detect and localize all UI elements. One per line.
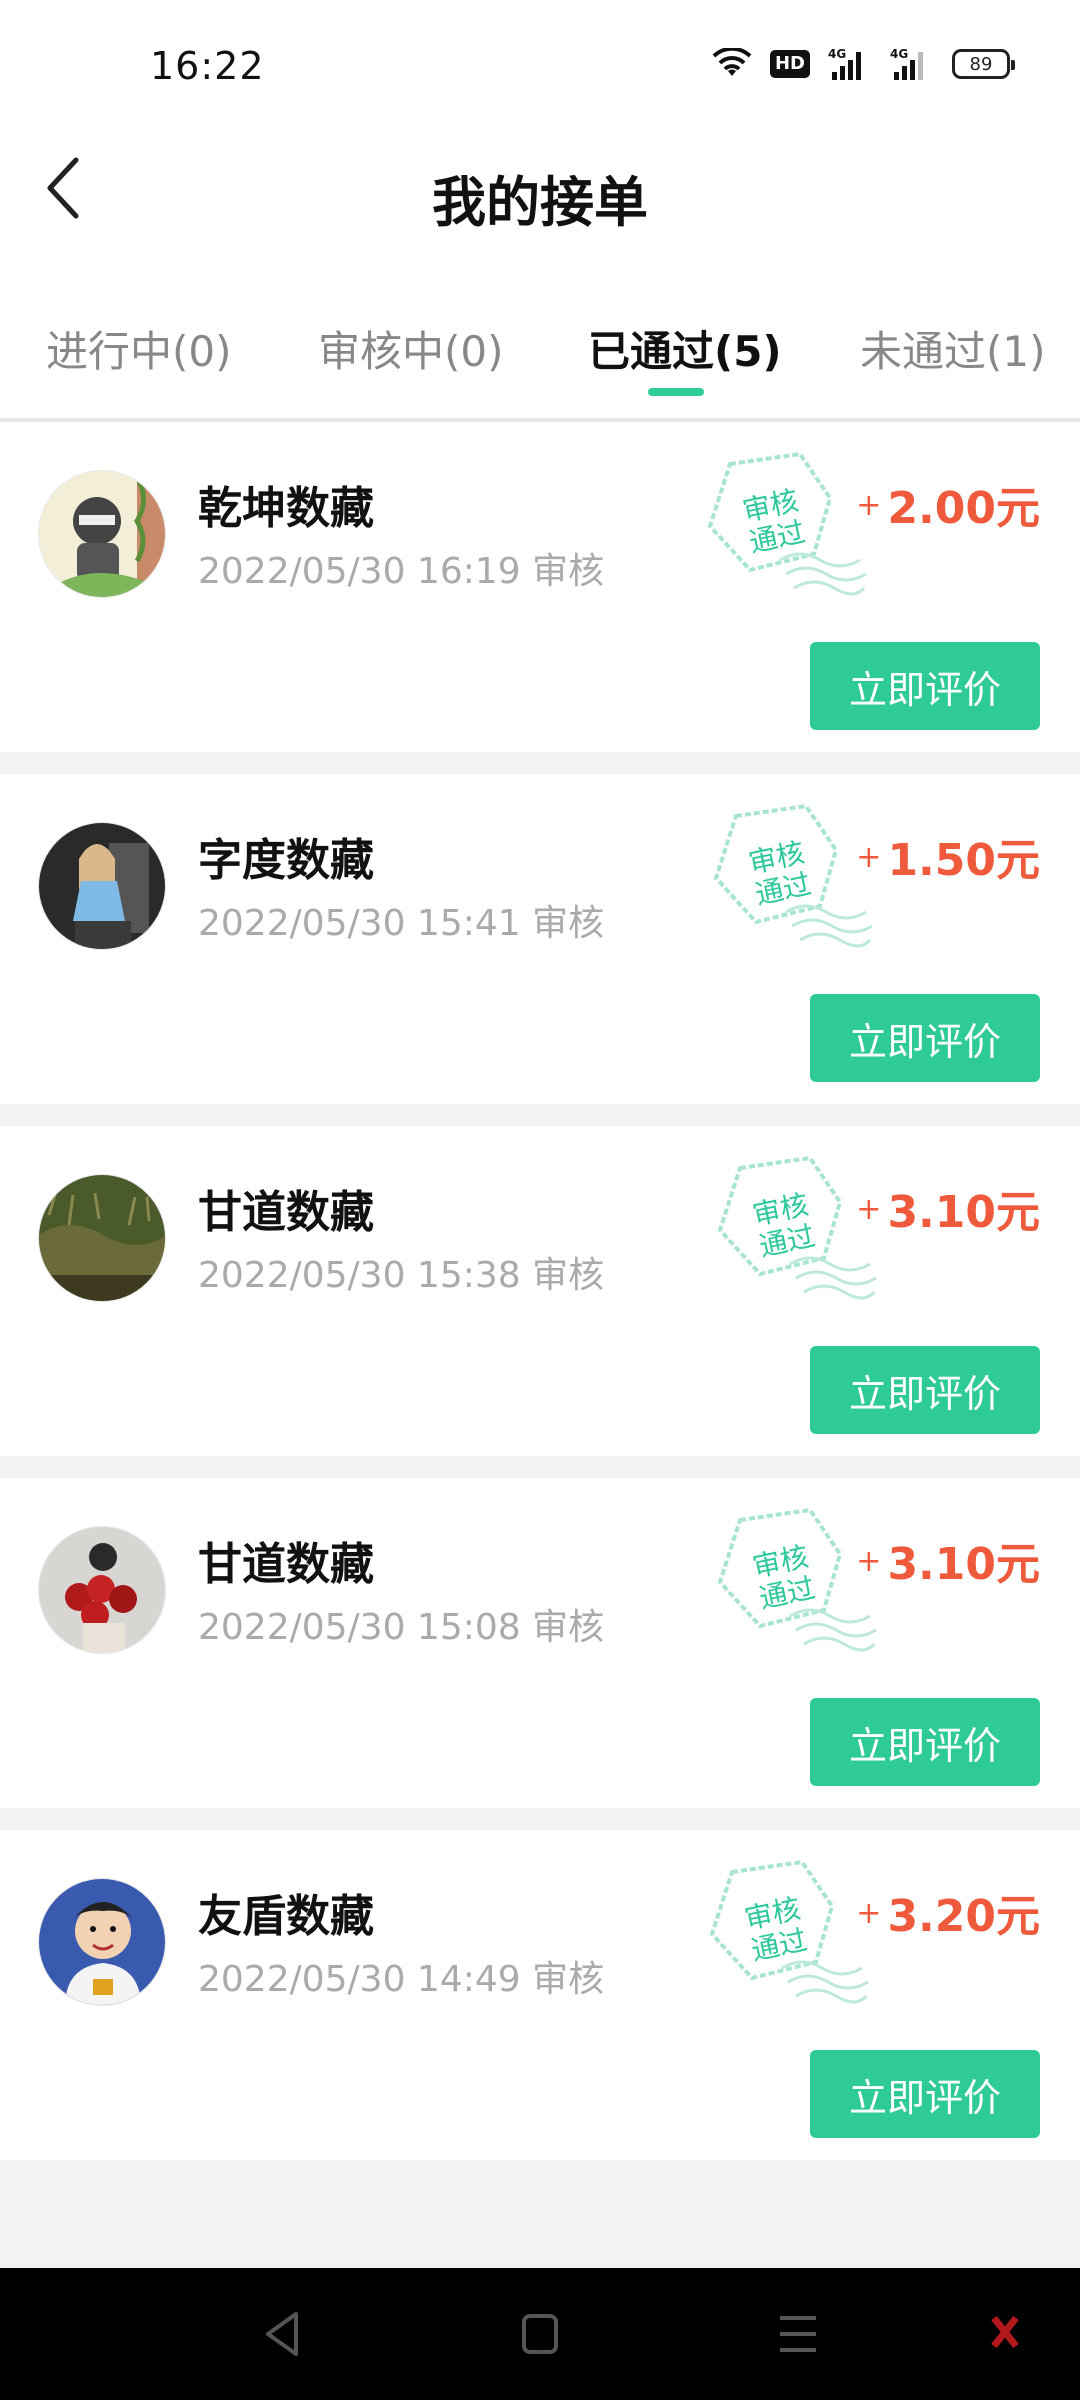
avatar xyxy=(38,1174,166,1302)
shop-name: 乾坤数藏 xyxy=(198,483,374,534)
wifi-icon xyxy=(712,48,752,80)
avatar xyxy=(38,1878,166,2006)
review-time: 2022/05/30 16:19 审核 xyxy=(198,551,605,592)
amount-prefix: + xyxy=(856,1192,882,1227)
battery-icon: 89 xyxy=(952,49,1015,79)
amount-value: 3.10元 xyxy=(887,1539,1040,1590)
nav-menu-icon[interactable] xyxy=(778,2304,818,2368)
network-1-label: 4G xyxy=(828,47,846,61)
review-time: 2022/05/30 14:49 审核 xyxy=(198,1959,605,2000)
avatar xyxy=(38,822,166,950)
order-card[interactable]: 友盾数藏 2022/05/30 14:49 审核 审核 通过 +3.20元 立即… xyxy=(0,1830,1080,2160)
status-bar: 16:22 HD 4G 4G 89 xyxy=(0,0,1080,130)
avatar xyxy=(38,1526,166,1654)
page-title: 我的接单 xyxy=(432,171,648,234)
battery-level: 89 xyxy=(969,53,993,75)
review-time: 2022/05/30 15:38 审核 xyxy=(198,1255,605,1296)
avatar xyxy=(38,470,166,598)
shop-name: 甘道数藏 xyxy=(198,1539,374,1590)
order-card[interactable]: 甘道数藏 2022/05/30 15:38 审核 审核 通过 +3.10元 立即… xyxy=(0,1126,1080,1456)
amount-value: 1.50元 xyxy=(887,835,1040,886)
status-time: 16:22 xyxy=(150,44,265,88)
signal-4g-icon-1: 4G xyxy=(828,46,872,82)
reward-amount: +1.50元 xyxy=(856,824,1040,888)
nav-back-icon[interactable] xyxy=(262,2304,302,2368)
rate-now-button[interactable]: 立即评价 xyxy=(810,994,1040,1082)
hd-badge: HD xyxy=(769,50,810,78)
tab-bar: 进行中(0) 审核中(0) 已通过(5) 未通过(1) xyxy=(0,260,1080,420)
tab-approved[interactable]: 已通过(5) xyxy=(588,318,782,379)
rate-now-button[interactable]: 立即评价 xyxy=(810,642,1040,730)
amount-value: 3.10元 xyxy=(887,1187,1040,1238)
amount-prefix: + xyxy=(856,1896,882,1931)
header: 我的接单 xyxy=(0,130,1080,260)
nav-home-icon[interactable] xyxy=(520,2304,560,2368)
review-time: 2022/05/30 15:08 审核 xyxy=(198,1607,605,1648)
watermark-logo-icon xyxy=(990,2312,1020,2352)
rate-now-button[interactable]: 立即评价 xyxy=(810,1698,1040,1786)
reward-amount: +3.10元 xyxy=(856,1176,1040,1240)
reward-amount: +3.20元 xyxy=(856,1880,1040,1944)
amount-prefix: + xyxy=(856,1544,882,1579)
order-card[interactable]: 字度数藏 2022/05/30 15:41 审核 审核 通过 +1.50元 立即… xyxy=(0,774,1080,1104)
order-card[interactable]: 甘道数藏 2022/05/30 15:08 审核 审核 通过 +3.10元 立即… xyxy=(0,1478,1080,1808)
reward-amount: +3.10元 xyxy=(856,1528,1040,1592)
rate-now-button[interactable]: 立即评价 xyxy=(810,1346,1040,1434)
rate-now-button[interactable]: 立即评价 xyxy=(810,2050,1040,2138)
amount-value: 2.00元 xyxy=(887,483,1040,534)
shop-name: 友盾数藏 xyxy=(198,1891,374,1942)
order-list: 乾坤数藏 2022/05/30 16:19 审核 审核 通过 +2.00元 立即… xyxy=(0,422,1080,2182)
tab-rejected[interactable]: 未通过(1) xyxy=(860,318,1046,379)
review-time: 2022/05/30 15:41 审核 xyxy=(198,903,605,944)
system-nav-bar xyxy=(0,2268,1080,2400)
signal-4g-icon-2: 4G xyxy=(890,46,934,82)
active-tab-indicator xyxy=(648,388,704,396)
tab-in-progress[interactable]: 进行中(0) xyxy=(46,318,232,379)
amount-prefix: + xyxy=(856,840,882,875)
shop-name: 字度数藏 xyxy=(198,835,374,886)
amount-prefix: + xyxy=(856,488,882,523)
amount-value: 3.20元 xyxy=(887,1891,1040,1942)
status-icons: HD 4G 4G 89 xyxy=(712,46,1015,82)
order-card[interactable]: 乾坤数藏 2022/05/30 16:19 审核 审核 通过 +2.00元 立即… xyxy=(0,422,1080,752)
shop-name: 甘道数藏 xyxy=(198,1187,374,1238)
network-2-label: 4G xyxy=(890,47,908,61)
tab-under-review[interactable]: 审核中(0) xyxy=(318,318,504,379)
reward-amount: +2.00元 xyxy=(856,472,1040,536)
